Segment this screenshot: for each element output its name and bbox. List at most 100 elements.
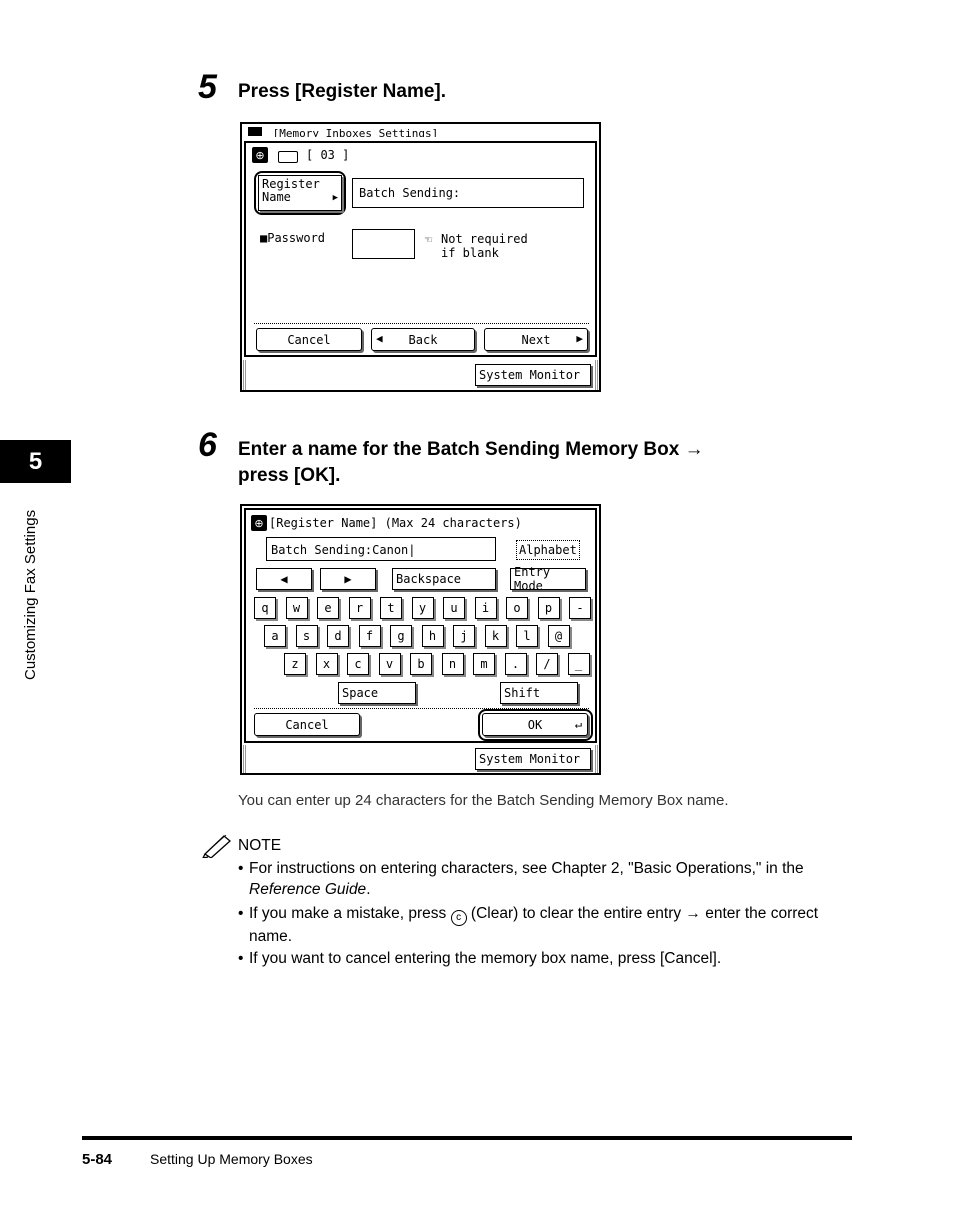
space-button[interactable]: Space — [338, 682, 416, 704]
cursor-left-button[interactable]: ◀ — [256, 568, 312, 590]
system-monitor-button[interactable]: System Monitor — [475, 364, 591, 386]
step-5-number: 5 — [198, 68, 217, 106]
password-field[interactable] — [352, 229, 415, 259]
edge-hatch — [242, 360, 247, 390]
clear-key-icon: c — [450, 910, 467, 926]
key-s[interactable]: s — [295, 625, 318, 647]
key-j[interactable]: j — [453, 625, 475, 647]
key-slash[interactable]: / — [536, 653, 558, 675]
key-t[interactable]: t — [380, 597, 402, 619]
register-name-button[interactable]: Register Name ▶ — [258, 175, 342, 211]
footer-section: Setting Up Memory Boxes — [150, 1151, 313, 1167]
name-input[interactable]: Batch Sending:Canon| — [266, 537, 496, 561]
key-q[interactable]: q — [254, 597, 276, 619]
screen-icon — [248, 127, 262, 136]
machine-icon: ⊕ — [252, 147, 268, 163]
next-button[interactable]: Next ▶ — [484, 328, 588, 351]
ok-button[interactable]: OK ↵ — [482, 713, 588, 736]
key-a[interactable]: a — [264, 625, 286, 647]
key-period[interactable]: . — [504, 653, 527, 675]
password-label: ■Password — [260, 231, 326, 245]
key-i[interactable]: i — [474, 597, 497, 619]
key-c[interactable]: c — [347, 653, 369, 675]
password-hint-2: if blank — [441, 246, 499, 260]
name-input-value: Batch Sending:Canon| — [271, 543, 416, 557]
note-item-2-text: If you make a mistake, press — [249, 905, 447, 922]
note-heading: NOTE — [238, 837, 282, 854]
key-w[interactable]: w — [285, 597, 308, 619]
key-hyphen[interactable]: - — [569, 597, 591, 619]
step-6-text-line2: press [OK]. — [238, 465, 341, 486]
backspace-button[interactable]: Backspace — [392, 568, 496, 590]
reference-guide-title: Reference Guide — [249, 881, 367, 898]
key-n[interactable]: n — [441, 653, 464, 675]
footer-rule — [82, 1136, 852, 1140]
key-f[interactable]: f — [358, 625, 381, 647]
cancel-button[interactable]: Cancel — [254, 713, 360, 736]
note-item-2-text-b: (Clear) to clear the entire entry → ente… — [470, 905, 819, 922]
password-hint-1: Not required — [441, 232, 528, 246]
key-k[interactable]: k — [484, 625, 507, 647]
key-x[interactable]: x — [315, 653, 338, 675]
keyboard-title: [Register Name] (Max 24 characters) — [269, 516, 522, 530]
key-g[interactable]: g — [390, 625, 412, 647]
key-e[interactable]: e — [317, 597, 339, 619]
page-number: 5-84 — [82, 1151, 113, 1168]
key-l[interactable]: l — [516, 625, 538, 647]
step-6-text-line1: Enter a name for the Batch Sending Memor… — [238, 439, 704, 460]
arrow-left-icon: ◀ — [376, 332, 383, 345]
note-item-3-text: If you want to cancel entering the memor… — [249, 950, 722, 967]
note-item-2-end: name. — [249, 928, 293, 945]
note-item-2: • If you make a mistake, press c (Clear)… — [238, 905, 819, 945]
divider — [254, 323, 589, 324]
note-item-1-text: For instructions on entering characters,… — [249, 860, 804, 877]
key-h[interactable]: h — [421, 625, 444, 647]
entry-mode-button[interactable]: Entry Mode — [510, 565, 586, 593]
caption: You can enter up 24 characters for the B… — [238, 792, 729, 809]
note-item-1-end: . — [366, 881, 371, 898]
edge-hatch — [594, 745, 599, 773]
keyboard-panel: ⊕ [Register Name] (Max 24 characters) Ba… — [244, 508, 597, 743]
machine-icon: ⊕ — [251, 515, 267, 531]
register-name-label-2: Name — [262, 190, 291, 204]
system-monitor-button[interactable]: System Monitor — [475, 748, 591, 770]
step-5-text: Press [Register Name]. — [238, 81, 447, 102]
box-number: [ 03 ] — [306, 148, 350, 162]
cancel-button[interactable]: Cancel — [256, 328, 362, 351]
key-d[interactable]: d — [327, 625, 349, 647]
keypad-hand-icon: ☜ — [424, 235, 433, 246]
key-v[interactable]: v — [378, 653, 401, 675]
key-z[interactable]: z — [284, 653, 306, 675]
chapter-title: Customizing Fax Settings — [22, 509, 39, 680]
inbox-icon — [278, 151, 298, 163]
note-item-3: • If you want to cancel entering the mem… — [238, 948, 858, 969]
key-b[interactable]: b — [410, 653, 432, 675]
shift-button[interactable]: Shift — [500, 682, 578, 704]
key-p[interactable]: p — [537, 597, 560, 619]
key-at[interactable]: @ — [547, 625, 570, 647]
edge-hatch — [242, 745, 247, 773]
key-underscore[interactable]: _ — [567, 653, 590, 675]
screen-titlebar: [Memory Inboxes Settings] — [248, 127, 438, 137]
mode-label: Alphabet — [519, 543, 577, 557]
back-button[interactable]: ◀ Back — [371, 328, 475, 351]
chapter-tab: 5 — [0, 440, 71, 483]
key-o[interactable]: o — [506, 597, 528, 619]
screen-panel: ⊕ [ 03 ] Register Name ▶ Batch Sending: … — [244, 141, 597, 357]
name-field-value: Batch Sending: — [359, 186, 461, 200]
mode-indicator: Alphabet — [516, 540, 580, 560]
key-r[interactable]: r — [348, 597, 371, 619]
register-name-screen: [Memory Inboxes Settings] ⊕ [ 03 ] Regis… — [240, 122, 601, 392]
name-field[interactable]: Batch Sending: — [352, 178, 584, 208]
arrow-right-icon: ▶ — [332, 193, 338, 203]
enter-icon: ↵ — [574, 717, 582, 731]
cursor-right-button[interactable]: ▶ — [320, 568, 376, 590]
step-6-number: 6 — [198, 426, 217, 464]
key-m[interactable]: m — [473, 653, 495, 675]
edge-hatch — [594, 360, 599, 390]
key-y[interactable]: y — [411, 597, 434, 619]
arrow-right-icon: ▶ — [576, 332, 583, 345]
keyboard-screen: ⊕ [Register Name] (Max 24 characters) Ba… — [240, 504, 601, 775]
key-u[interactable]: u — [443, 597, 465, 619]
note-item-1: • For instructions on entering character… — [238, 860, 804, 898]
